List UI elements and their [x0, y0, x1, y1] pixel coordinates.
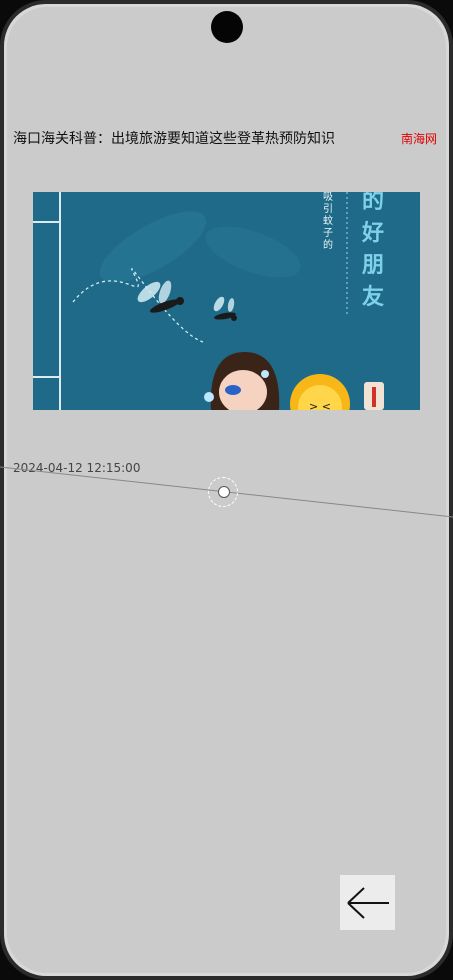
arrow-left-icon: [346, 886, 389, 919]
back-button[interactable]: [340, 875, 395, 930]
touch-indicator-dot: [218, 486, 230, 498]
